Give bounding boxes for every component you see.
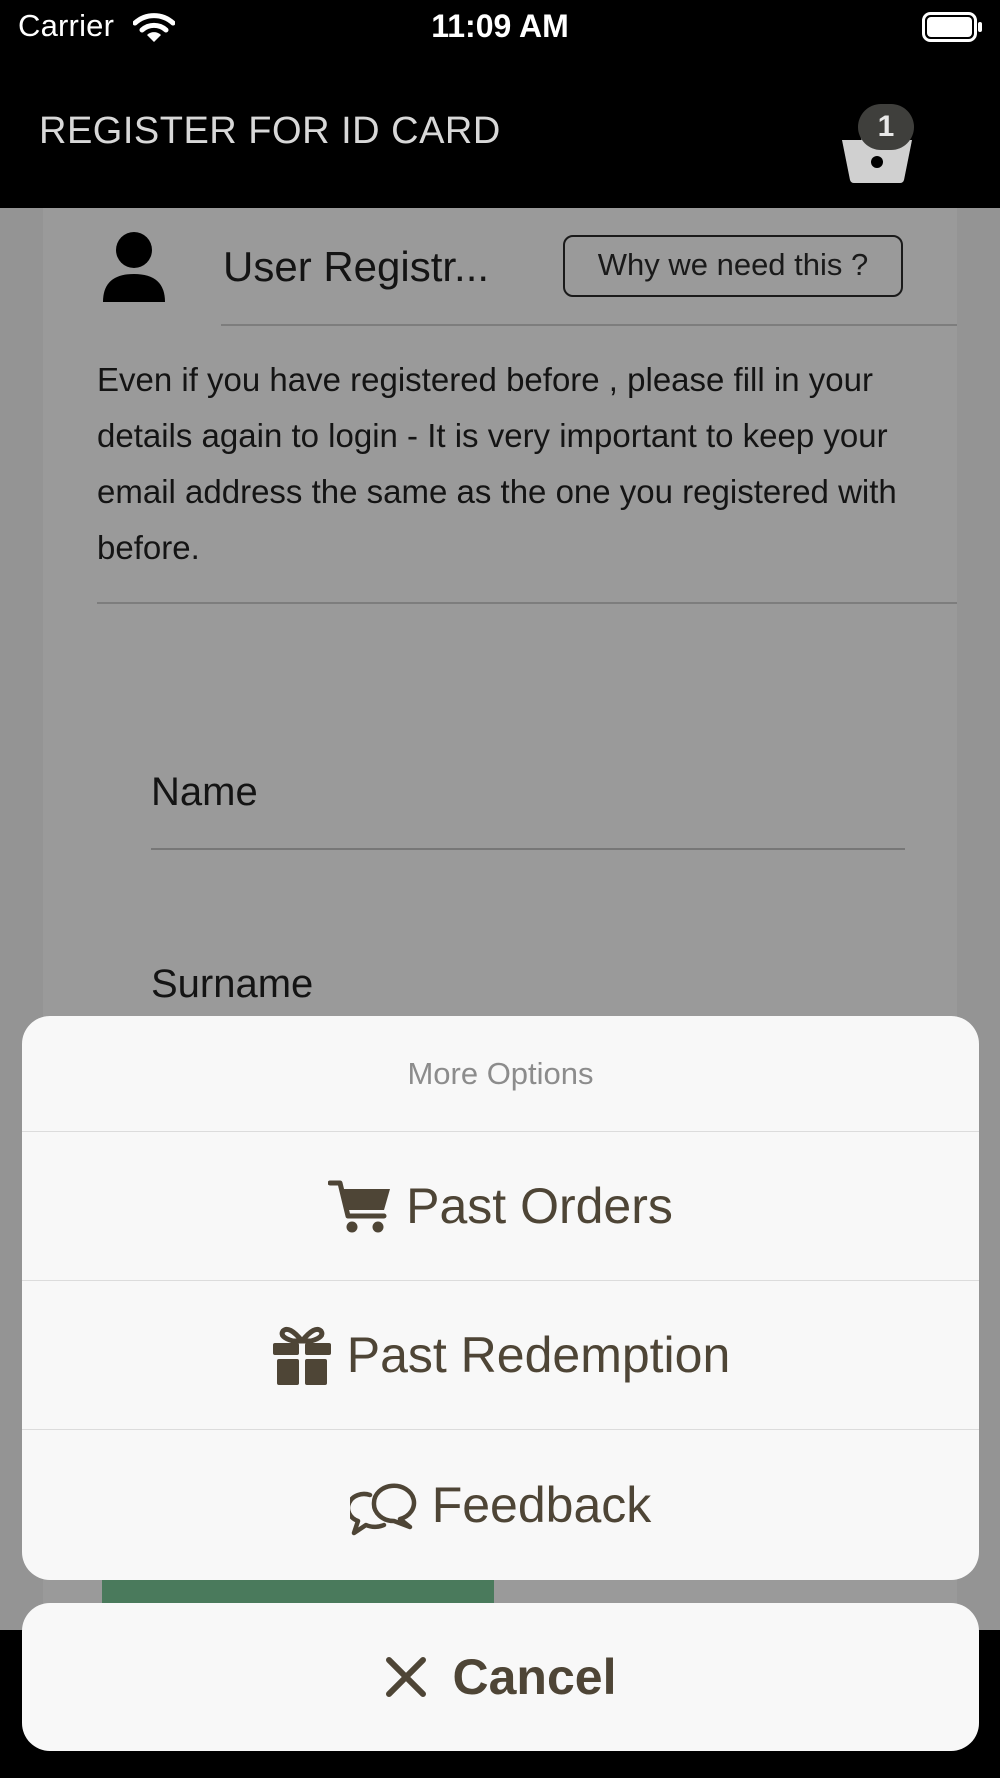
page-title: REGISTER FOR ID CARD xyxy=(39,110,501,152)
feedback-label: Feedback xyxy=(431,1476,652,1533)
cart-icon xyxy=(328,1180,391,1233)
feedback-option[interactable]: Feedback xyxy=(22,1430,979,1579)
why-we-need-this-button[interactable]: Why we need this ? xyxy=(563,235,903,297)
cancel-label: Cancel xyxy=(452,1649,617,1705)
sheet-title: More Options xyxy=(22,1016,979,1132)
past-orders-label: Past Orders xyxy=(406,1178,673,1234)
name-field[interactable]: Name xyxy=(151,770,258,815)
battery-icon xyxy=(922,12,982,42)
status-bar: Carrier 11:09 AM xyxy=(0,0,1000,56)
cancel-button[interactable]: Cancel xyxy=(22,1603,979,1751)
registration-info-text: Even if you have registered before , ple… xyxy=(97,361,897,566)
nav-bar: REGISTER FOR ID CARD 1 xyxy=(0,56,1000,208)
user-icon xyxy=(103,232,165,302)
past-orders-option[interactable]: Past Orders xyxy=(22,1132,979,1281)
past-redemption-label: Past Redemption xyxy=(346,1327,731,1383)
status-time: 11:09 AM xyxy=(431,8,569,44)
registration-title: User Registr... xyxy=(223,243,490,290)
surname-field[interactable]: Surname xyxy=(151,962,313,1007)
past-redemption-option[interactable]: Past Redemption xyxy=(22,1281,979,1430)
more-options-sheet: More Options Past Orders Past Redemption… xyxy=(22,1016,979,1580)
chat-bubbles-icon xyxy=(349,1483,416,1535)
close-icon xyxy=(385,1657,426,1697)
cart-count-badge: 1 xyxy=(858,104,914,150)
divider xyxy=(97,602,957,604)
cart-button[interactable]: 1 xyxy=(830,96,930,183)
gift-icon xyxy=(272,1326,331,1385)
divider xyxy=(221,324,957,326)
name-field-underline xyxy=(151,848,905,850)
